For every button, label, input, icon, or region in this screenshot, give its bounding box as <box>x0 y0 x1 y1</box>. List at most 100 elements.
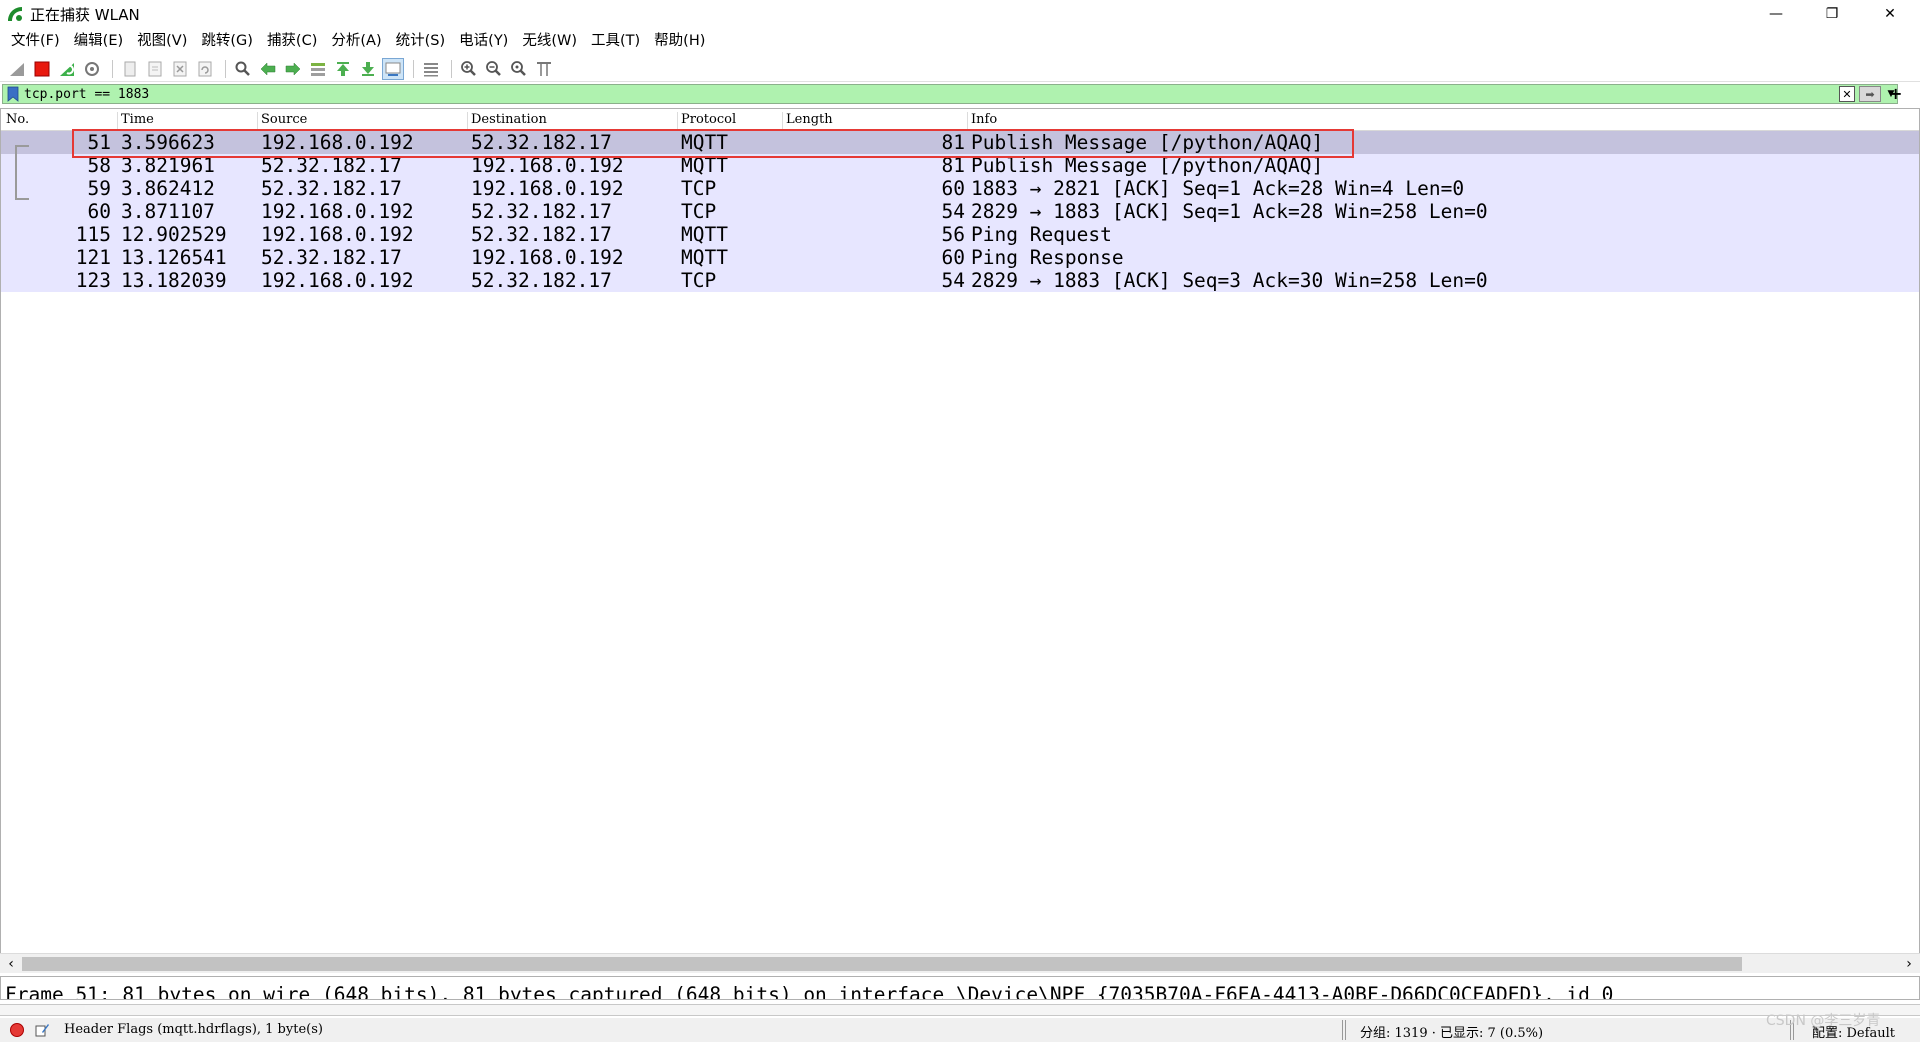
packet-protocol-cell: MQTT <box>681 223 728 246</box>
packet-destination-cell: 192.168.0.192 <box>471 177 624 200</box>
shark-fin-start-icon[interactable] <box>6 58 28 80</box>
packet-no-cell: 121 <box>75 246 111 269</box>
menu-tools[interactable]: 工具(T) <box>584 30 647 52</box>
close-window-button[interactable]: ✕ <box>1862 0 1918 28</box>
stop-capture-icon[interactable] <box>31 58 53 80</box>
menu-analyze[interactable]: 分析(A) <box>324 30 388 52</box>
packet-destination-cell: 192.168.0.192 <box>471 246 624 269</box>
first-packet-icon[interactable] <box>332 58 354 80</box>
resize-columns-icon[interactable] <box>533 58 555 80</box>
packet-source-cell: 52.32.182.17 <box>261 154 402 177</box>
menu-telephony[interactable]: 电话(Y) <box>452 30 515 52</box>
watermark: CSDN @李三岁青 <box>1766 1013 1881 1029</box>
main-toolbar <box>0 56 1920 82</box>
scroll-right-arrow-icon[interactable]: › <box>1900 955 1918 973</box>
packet-info-cell: 2829 → 1883 [ACK] Seq=3 Ack=30 Win=258 L… <box>971 269 1488 292</box>
frame-detail-row[interactable]: Frame 51: 81 bytes on wire (648 bits), 8… <box>5 981 1613 999</box>
zoom-normal-icon[interactable] <box>508 58 530 80</box>
menu-statistics[interactable]: 统计(S) <box>389 30 453 52</box>
packet-no-cell: 60 <box>87 200 111 223</box>
last-packet-icon[interactable] <box>357 58 379 80</box>
packet-destination-cell: 52.32.182.17 <box>471 223 612 246</box>
packet-length-cell: 54 <box>941 200 965 223</box>
column-header-info[interactable]: Info <box>967 112 997 130</box>
packet-info-cell: 1883 → 2821 [ACK] Seq=1 Ack=28 Win=4 Len… <box>971 177 1465 200</box>
colorize-icon[interactable] <box>420 58 442 80</box>
column-header-no[interactable]: No. <box>3 112 29 130</box>
go-forward-icon[interactable] <box>282 58 304 80</box>
packet-row[interactable]: 58 3.821961 52.32.182.17 192.168.0.192 MQTT 8… <box>1 154 1919 177</box>
menu-capture[interactable]: 捕获(C) <box>260 30 324 52</box>
status-bar: Header Flags (mqtt.hdrflags), 1 byte(s) … <box>0 1018 1920 1042</box>
packet-info-cell: Publish Message [/python/AQAQ] <box>971 131 1324 154</box>
go-back-icon[interactable] <box>257 58 279 80</box>
column-header-source[interactable]: Source <box>257 112 307 130</box>
packet-no-cell: 115 <box>75 223 111 246</box>
go-to-packet-icon[interactable] <box>307 58 329 80</box>
menu-help[interactable]: 帮助(H) <box>647 30 712 52</box>
horizontal-scrollbar[interactable]: ‹ › <box>0 953 1920 973</box>
packet-row[interactable]: 60 3.871107 192.168.0.192 52.32.182.17 TCP 54… <box>1 200 1919 223</box>
restart-capture-icon[interactable] <box>56 58 78 80</box>
packet-source-cell: 192.168.0.192 <box>261 269 414 292</box>
packet-info-cell: Ping Request <box>971 223 1112 246</box>
packet-row[interactable]: 121 13.126541 52.32.182.17 192.168.0.192 MQT… <box>1 246 1919 269</box>
zoom-out-icon[interactable] <box>483 58 505 80</box>
save-file-icon[interactable] <box>144 58 166 80</box>
menu-go[interactable]: 跳转(G) <box>194 30 260 52</box>
column-header-length[interactable]: Length <box>782 112 833 130</box>
packet-protocol-cell: TCP <box>681 269 717 292</box>
packet-list-header: No. Time Source Destination Protocol Len… <box>1 109 1919 131</box>
restore-button[interactable]: ❐ <box>1804 0 1860 28</box>
toolbar-separator <box>112 59 113 78</box>
column-header-protocol[interactable]: Protocol <box>677 112 736 130</box>
packet-count-status: 分组: 1319 · 已显示: 7 (0.5%) <box>1360 1026 1544 1041</box>
menu-wireless[interactable]: 无线(W) <box>515 30 584 52</box>
toolbar-separator <box>451 59 452 78</box>
capture-comment-icon[interactable] <box>34 1022 50 1038</box>
menu-edit[interactable]: 编辑(E) <box>67 30 130 52</box>
column-header-time[interactable]: Time <box>117 112 154 130</box>
packet-row[interactable]: 115 12.902529 192.168.0.192 52.32.182.17 MQT… <box>1 223 1919 246</box>
scroll-left-arrow-icon[interactable]: ‹ <box>2 955 20 973</box>
packet-row[interactable]: 59 3.862412 52.32.182.17 192.168.0.192 TCP 60… <box>1 177 1919 200</box>
minimize-button[interactable]: — <box>1748 0 1804 28</box>
apply-filter-icon[interactable]: ➡ <box>1859 86 1881 102</box>
packet-info-cell: Ping Response <box>971 246 1124 269</box>
packet-destination-cell: 52.32.182.17 <box>471 269 612 292</box>
column-header-destination[interactable]: Destination <box>467 112 547 130</box>
packet-source-cell: 52.32.182.17 <box>261 246 402 269</box>
filter-bookmark-icon[interactable] <box>6 86 20 102</box>
packet-row[interactable]: 51 3.596623 192.168.0.192 52.32.182.17 MQTT 8… <box>1 131 1919 154</box>
close-file-icon[interactable] <box>169 58 191 80</box>
menu-file[interactable]: 文件(F) <box>4 30 67 52</box>
packet-length-cell: 60 <box>941 246 965 269</box>
add-filter-button[interactable]: + <box>1889 84 1902 103</box>
status-divider[interactable] <box>1342 1020 1346 1040</box>
packet-details-pane: Frame 51: 81 bytes on wire (648 bits), 8… <box>0 976 1920 1000</box>
packet-source-cell: 52.32.182.17 <box>261 177 402 200</box>
scrollbar-thumb[interactable] <box>22 957 1742 971</box>
zoom-in-icon[interactable] <box>458 58 480 80</box>
menu-view[interactable]: 视图(V) <box>130 30 194 52</box>
packet-protocol-cell: TCP <box>681 177 717 200</box>
capture-options-icon[interactable] <box>81 58 103 80</box>
packet-protocol-cell: TCP <box>681 200 717 223</box>
reload-file-icon[interactable] <box>194 58 216 80</box>
display-filter-input[interactable] <box>24 86 1839 102</box>
packet-length-cell: 60 <box>941 177 965 200</box>
clear-filter-icon[interactable]: ✕ <box>1839 86 1855 102</box>
title-bar: 正在捕获 WLAN — ❐ ✕ <box>0 0 1920 28</box>
packet-source-cell: 192.168.0.192 <box>261 200 414 223</box>
packet-length-cell: 81 <box>941 131 965 154</box>
packet-time-cell: 3.871107 <box>121 200 215 223</box>
pane-splitter[interactable] <box>0 1004 1920 1016</box>
autoscroll-icon[interactable] <box>382 57 404 80</box>
find-packet-icon[interactable] <box>232 58 254 80</box>
expert-info-icon[interactable] <box>10 1023 24 1037</box>
open-file-icon[interactable] <box>119 58 141 80</box>
packet-row[interactable]: 123 13.182039 192.168.0.192 52.32.182.17 TCP… <box>1 269 1919 292</box>
selected-field-status: Header Flags (mqtt.hdrflags), 1 byte(s) <box>64 1022 323 1037</box>
window-title: 正在捕获 WLAN <box>30 5 140 24</box>
packet-time-cell: 13.182039 <box>121 269 227 292</box>
